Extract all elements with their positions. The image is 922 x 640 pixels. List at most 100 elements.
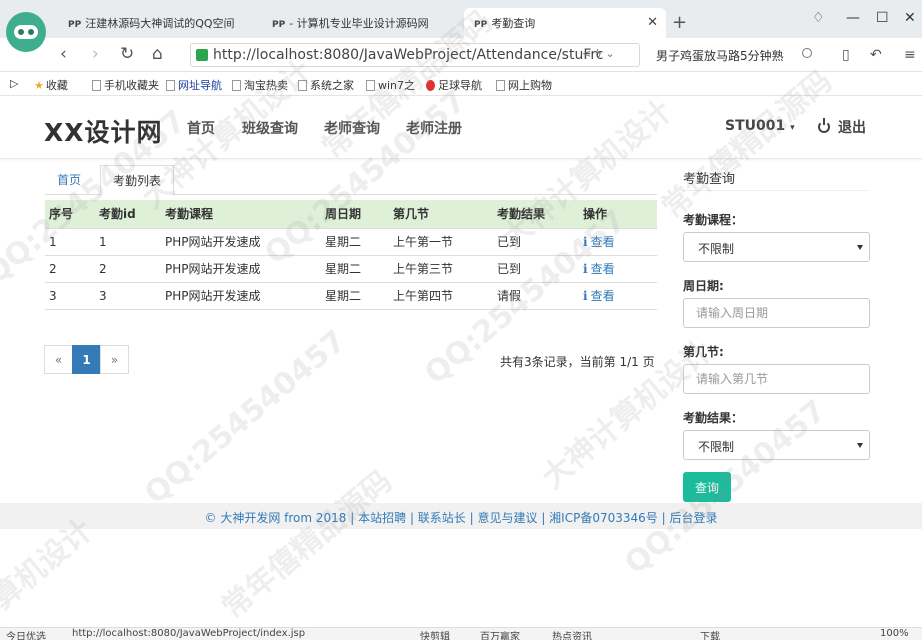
info-icon: i	[583, 262, 588, 276]
site-footer: © 大神开发网 from 2018 | 本站招聘 | 联系站长 | 意见与建议 …	[0, 503, 922, 529]
address-tools-icon[interactable]: ⋖ ϟ ⌄	[582, 47, 615, 60]
bookmark-football[interactable]: 足球导航	[426, 77, 482, 93]
table-row: 2 2 PHP网站开发速成 星期二 上午第三节 已到 i 查看	[45, 254, 657, 282]
breadcrumb: 首页 考勤列表	[45, 165, 657, 196]
chevron-down-icon	[857, 443, 863, 448]
footer-link-feedback[interactable]: 意见与建议	[477, 511, 537, 525]
browser-tab-1[interactable]: PP 汪建林源码大神调试的QQ空间	[58, 8, 258, 38]
reload-icon[interactable]: ↻	[120, 44, 134, 64]
view-link[interactable]: i 查看	[583, 262, 615, 276]
minimize-icon[interactable]: —	[846, 10, 860, 26]
browser-tab-2[interactable]: PP - 计算机专业毕业设计源码网	[262, 8, 460, 38]
url-text: http://localhost:8080/JavaWebProject/Att…	[213, 47, 604, 63]
forward-icon[interactable]: ›	[92, 44, 99, 64]
sidebar-divider	[683, 190, 869, 191]
address-bar[interactable]: http://localhost:8080/JavaWebProject/Att…	[190, 43, 640, 67]
bookmark-mobile-favorites[interactable]: 手机收藏夹	[92, 77, 159, 93]
search-icon[interactable]	[802, 48, 812, 58]
logout-label: 退出	[838, 120, 866, 136]
footer-link-admin[interactable]: 后台登录	[669, 511, 717, 525]
section-input[interactable]	[683, 364, 870, 394]
bookmark-label: 网址导航	[178, 79, 222, 92]
status-daily-pick[interactable]: 今日优选	[6, 628, 46, 640]
username: STU001	[725, 118, 786, 134]
status-item-game[interactable]: 百万赢家	[480, 628, 520, 640]
bookmark-label: 系统之家	[310, 79, 354, 92]
site-brand[interactable]: XX设计网	[44, 113, 163, 149]
nav-teacher-query[interactable]: 老师查询	[324, 118, 380, 138]
bookmark-favorites[interactable]: ★ 收藏	[34, 77, 68, 93]
bookmark-nav[interactable]: 网址导航	[166, 77, 222, 93]
bookmark-system[interactable]: 系统之家	[298, 77, 354, 93]
back-icon[interactable]: ‹	[60, 44, 67, 64]
column-header: 考勤课程	[161, 200, 321, 228]
home-icon[interactable]: ⌂	[152, 44, 163, 64]
info-icon: i	[583, 235, 588, 249]
status-url: http://localhost:8080/JavaWebProject/ind…	[72, 628, 306, 639]
status-item-news[interactable]: 热点资讯	[552, 628, 592, 640]
course-select[interactable]: 不限制	[683, 232, 870, 262]
chevron-down-icon	[857, 245, 863, 250]
sidebar-title: 考勤查询	[683, 172, 736, 187]
cell-section: 上午第四节	[389, 281, 493, 310]
page-button-current[interactable]: 1	[72, 345, 101, 374]
status-zoom[interactable]: 100%	[880, 628, 909, 639]
footer-link-contact[interactable]: 联系站长	[418, 511, 466, 525]
footer-link-icp[interactable]: 湘ICP备0703346号	[549, 511, 658, 525]
footer-copyright[interactable]: © 大神开发网 from 2018	[205, 511, 347, 525]
prev-page-button[interactable]: «	[44, 345, 73, 374]
bookmark-label: 手机收藏夹	[104, 79, 159, 92]
page-icon	[166, 80, 175, 91]
status-item-download[interactable]: 下载	[700, 628, 720, 640]
bookmark-label: 收藏	[45, 79, 68, 92]
mobile-icon[interactable]: ▯	[842, 47, 850, 63]
cell-course: PHP网站开发速成	[161, 281, 321, 310]
result-select[interactable]: 不限制	[683, 430, 870, 460]
column-header: 考勤id	[95, 200, 161, 228]
table-row: 1 1 PHP网站开发速成 星期二 上午第一节 已到 i 查看	[45, 227, 657, 255]
cell-weekday: 星期二	[321, 254, 389, 282]
column-header: 考勤结果	[493, 200, 579, 228]
menu-icon[interactable]: ≡	[904, 47, 916, 63]
browser-tab-active[interactable]: PP 考勤查询 ✕	[464, 8, 666, 38]
column-header: 操作	[579, 200, 657, 228]
nav-teacher-register[interactable]: 老师注册	[406, 118, 462, 138]
bookmark-shopping[interactable]: 网上购物	[496, 77, 552, 93]
cell-index: 2	[45, 254, 95, 282]
close-tab-icon[interactable]: ✕	[647, 15, 658, 30]
table-row: 3 3 PHP网站开发速成 星期二 上午第四节 请假 i 查看	[45, 281, 657, 310]
view-link[interactable]: i 查看	[583, 289, 615, 303]
bookmarks-bar: ▷ ★ 收藏 手机收藏夹 网址导航 淘宝热卖 系统之家 win7之 足球导航 网上…	[0, 72, 922, 96]
browser-tab-strip: PP 汪建林源码大神调试的QQ空间 PP - 计算机专业毕业设计源码网 PP 考勤查询…	[0, 0, 922, 52]
bookmark-label: 足球导航	[438, 79, 482, 92]
maximize-icon[interactable]: ☐	[876, 10, 889, 26]
week-input[interactable]	[683, 298, 870, 328]
query-button[interactable]: 查询	[683, 472, 731, 502]
tab-title: 汪建林源码大神调试的QQ空间	[85, 17, 235, 30]
watermark-text: 常年僖精品源码	[215, 463, 399, 626]
browser-status-bar: 今日优选 http://localhost:8080/JavaWebProjec…	[0, 627, 922, 640]
close-window-icon[interactable]: ✕	[904, 10, 916, 26]
browser-search-input[interactable]: 男子鸡蛋放马路5分钟熟	[648, 43, 828, 67]
view-link[interactable]: i 查看	[583, 235, 615, 249]
page-icon	[496, 80, 505, 91]
bookmarks-toggle-icon[interactable]: ▷	[10, 77, 18, 90]
user-menu[interactable]: STU001 ▾	[725, 118, 795, 134]
breadcrumb-current[interactable]: 考勤列表	[100, 165, 175, 196]
page-icon	[426, 80, 435, 91]
skin-icon[interactable]: ♢	[812, 10, 825, 26]
new-tab-button[interactable]: +	[672, 12, 687, 33]
table-header-row: 序号 考勤id 考勤课程 周日期 第几节 考勤结果 操作	[45, 200, 657, 228]
logout-button[interactable]: 退出	[818, 117, 866, 137]
footer-link-jobs[interactable]: 本站招聘	[358, 511, 406, 525]
breadcrumb-home[interactable]: 首页	[45, 165, 93, 195]
bookmark-taobao[interactable]: 淘宝热卖	[232, 77, 288, 93]
nav-class-query[interactable]: 班级查询	[242, 118, 298, 138]
status-item-clip[interactable]: 快剪辑	[420, 628, 450, 640]
undo-icon[interactable]: ↶	[870, 47, 882, 63]
nav-home[interactable]: 首页	[187, 118, 215, 138]
cell-id: 2	[95, 254, 161, 282]
bookmark-win7[interactable]: win7之	[366, 77, 415, 93]
next-page-button[interactable]: »	[100, 345, 129, 374]
view-label: 查看	[590, 262, 615, 276]
